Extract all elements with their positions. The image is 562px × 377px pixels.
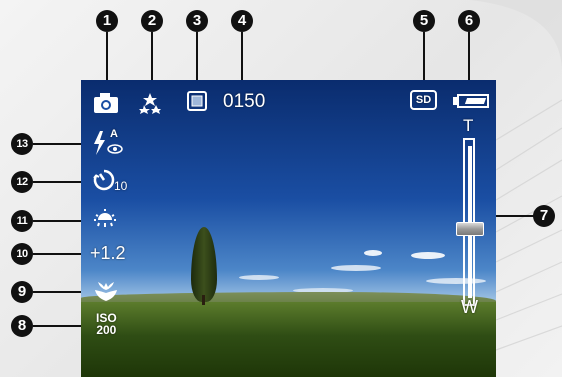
battery-icon [453, 94, 489, 108]
callout-3: 3 [186, 10, 208, 32]
callout-1: 1 [96, 10, 118, 32]
sd-card-label: SD [415, 94, 432, 106]
cloud [411, 252, 445, 259]
callout-4: 4 [231, 10, 253, 32]
zoom-level-indicator [456, 221, 484, 236]
battery-fill [464, 98, 487, 104]
macro-icon [95, 282, 117, 301]
exposure-compensation: +1.2 [90, 243, 126, 263]
scene-mode-icon [139, 93, 161, 114]
cloud [364, 250, 382, 256]
sd-card-icon: SD [410, 90, 437, 110]
zoom-tele-label: T [463, 116, 474, 135]
cloud [331, 265, 381, 271]
cloud [426, 278, 486, 284]
iso-icon: ISO 200 [96, 312, 117, 336]
shot-count: 0150 [223, 91, 266, 112]
zoom-wide-label: W [461, 297, 478, 317]
callout-10: 10 [11, 243, 33, 265]
callout-2-leader [151, 32, 153, 84]
white-balance-sunny-icon [94, 209, 116, 227]
callout-1-leader [106, 32, 108, 84]
self-timer-seconds: 10 [114, 179, 128, 193]
callout-12: 12 [11, 171, 33, 193]
tree-trunk [202, 295, 205, 305]
callout-7: 7 [533, 205, 555, 227]
poplar-tree [191, 227, 217, 302]
camera-icon [94, 93, 118, 113]
crop-field [81, 302, 496, 377]
self-timer-icon [93, 169, 115, 191]
callout-9: 9 [11, 281, 33, 303]
iso-value: 200 [96, 323, 117, 337]
flash-mode-label: A [110, 128, 118, 140]
battery-body [457, 94, 489, 108]
callout-5: 5 [413, 10, 435, 32]
callout-6-leader [468, 32, 470, 84]
callout-5-leader [423, 32, 425, 84]
callout-8: 8 [11, 315, 33, 337]
callout-3-leader [196, 32, 198, 84]
camera-lcd-screen: 0150 SD A 10 +1.2 ISO 200 T W [81, 80, 496, 377]
callout-2: 2 [141, 10, 163, 32]
callout-6: 6 [458, 10, 480, 32]
image-size-icon [187, 91, 207, 111]
cloud [239, 275, 279, 280]
callout-13: 13 [11, 133, 33, 155]
callout-11: 11 [11, 210, 33, 232]
flash-auto-redeye-icon [94, 131, 123, 155]
callout-4-leader [241, 32, 243, 84]
